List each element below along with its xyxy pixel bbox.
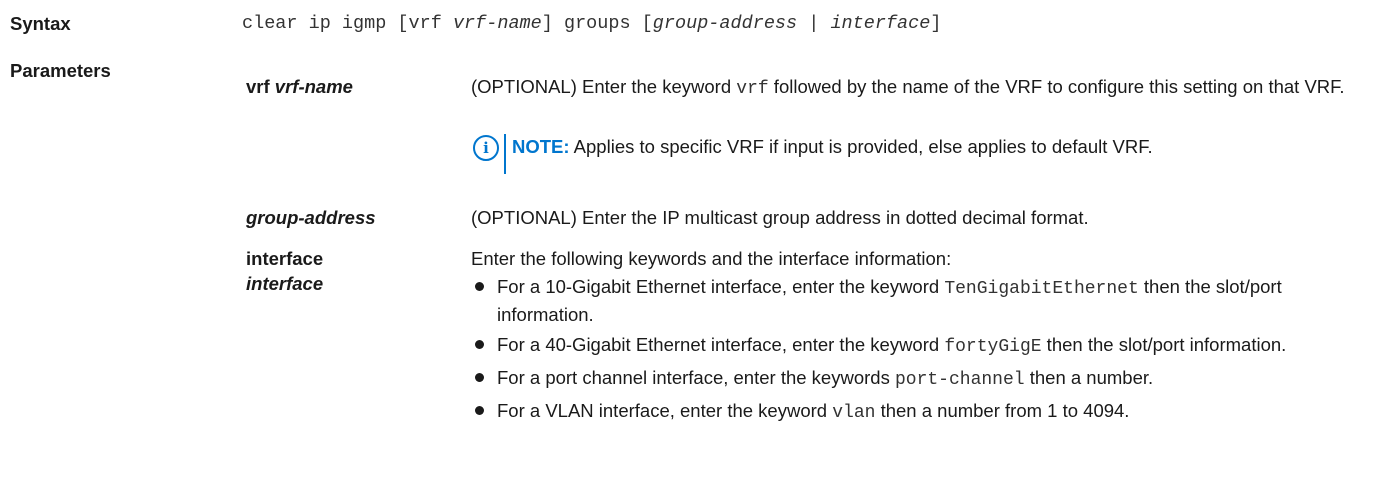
param-name-interface: interface interface bbox=[246, 246, 323, 296]
syntax-part: ] groups [ bbox=[541, 13, 653, 34]
code-keyword: port-channel bbox=[894, 370, 1025, 390]
note-text: NOTE: Applies to specific VRF if input i… bbox=[512, 134, 1153, 159]
syntax-variable: group-address bbox=[652, 13, 798, 34]
syntax-heading: Syntax bbox=[10, 13, 71, 34]
list-item: For a 40-Gigabit Ethernet interface, ent… bbox=[471, 332, 1371, 360]
syntax-part: clear ip igmp [vrf bbox=[242, 13, 453, 34]
param-desc-interface: Enter the following keywords and the int… bbox=[471, 248, 952, 269]
note-divider bbox=[504, 134, 506, 174]
syntax-part: ] bbox=[930, 13, 942, 34]
desc-text: For a VLAN interface, enter the keyword bbox=[497, 400, 833, 421]
code-keyword: TenGigabitEthernet bbox=[944, 279, 1139, 299]
param-argument: group-address bbox=[246, 207, 376, 228]
bullet-dot bbox=[475, 340, 484, 349]
parameters-heading: Parameters bbox=[10, 60, 111, 81]
interface-bullet-list: For a 10-Gigabit Ethernet interface, ent… bbox=[471, 274, 1371, 431]
desc-text: then the slot/port information. bbox=[1041, 334, 1287, 355]
desc-text: (OPTIONAL) Enter the keyword bbox=[471, 76, 737, 97]
syntax-command: clear ip igmp [vrf vrf-name] groups [gro… bbox=[242, 13, 941, 34]
list-item: For a 10-Gigabit Ethernet interface, ent… bbox=[471, 274, 1371, 327]
list-item: For a port channel interface, enter the … bbox=[471, 365, 1371, 393]
code-keyword: fortyGigE bbox=[944, 337, 1042, 357]
param-keyword: vrf bbox=[246, 76, 270, 97]
desc-text: then a number from 1 to 4094. bbox=[875, 400, 1130, 421]
info-icon: i bbox=[473, 135, 499, 161]
note-label: NOTE: bbox=[512, 136, 570, 157]
desc-text: For a port channel interface, enter the … bbox=[497, 367, 895, 388]
desc-text: For a 10-Gigabit Ethernet interface, ent… bbox=[497, 276, 945, 297]
desc-text: followed by the name of the VRF to confi… bbox=[768, 76, 1345, 97]
param-desc-vrf: (OPTIONAL) Enter the keyword vrf followe… bbox=[471, 74, 1371, 102]
param-name-vrf: vrf vrf-name bbox=[246, 74, 353, 99]
param-desc-group-address: (OPTIONAL) Enter the IP multicast group … bbox=[471, 207, 1089, 228]
note-callout: i NOTE: Applies to specific VRF if input… bbox=[473, 134, 1153, 176]
bullet-dot bbox=[475, 282, 484, 291]
param-argument: vrf-name bbox=[274, 76, 353, 97]
code-vrf: vrf bbox=[736, 79, 769, 99]
syntax-part: | bbox=[797, 13, 831, 34]
param-name-group-address: group-address bbox=[246, 205, 376, 230]
syntax-variable: vrf-name bbox=[452, 13, 542, 34]
command-reference-page: Syntax clear ip igmp [vrf vrf-name] grou… bbox=[0, 0, 1380, 493]
desc-text: For a 40-Gigabit Ethernet interface, ent… bbox=[497, 334, 945, 355]
code-keyword: vlan bbox=[832, 403, 876, 423]
list-item: For a VLAN interface, enter the keyword … bbox=[471, 398, 1371, 426]
desc-text: then a number. bbox=[1024, 367, 1154, 388]
param-argument: interface bbox=[246, 273, 324, 294]
bullet-dot bbox=[475, 406, 484, 415]
syntax-variable: interface bbox=[830, 13, 931, 34]
note-body: Applies to specific VRF if input is prov… bbox=[569, 136, 1153, 157]
param-keyword: interface bbox=[246, 248, 324, 269]
bullet-dot bbox=[475, 373, 484, 382]
